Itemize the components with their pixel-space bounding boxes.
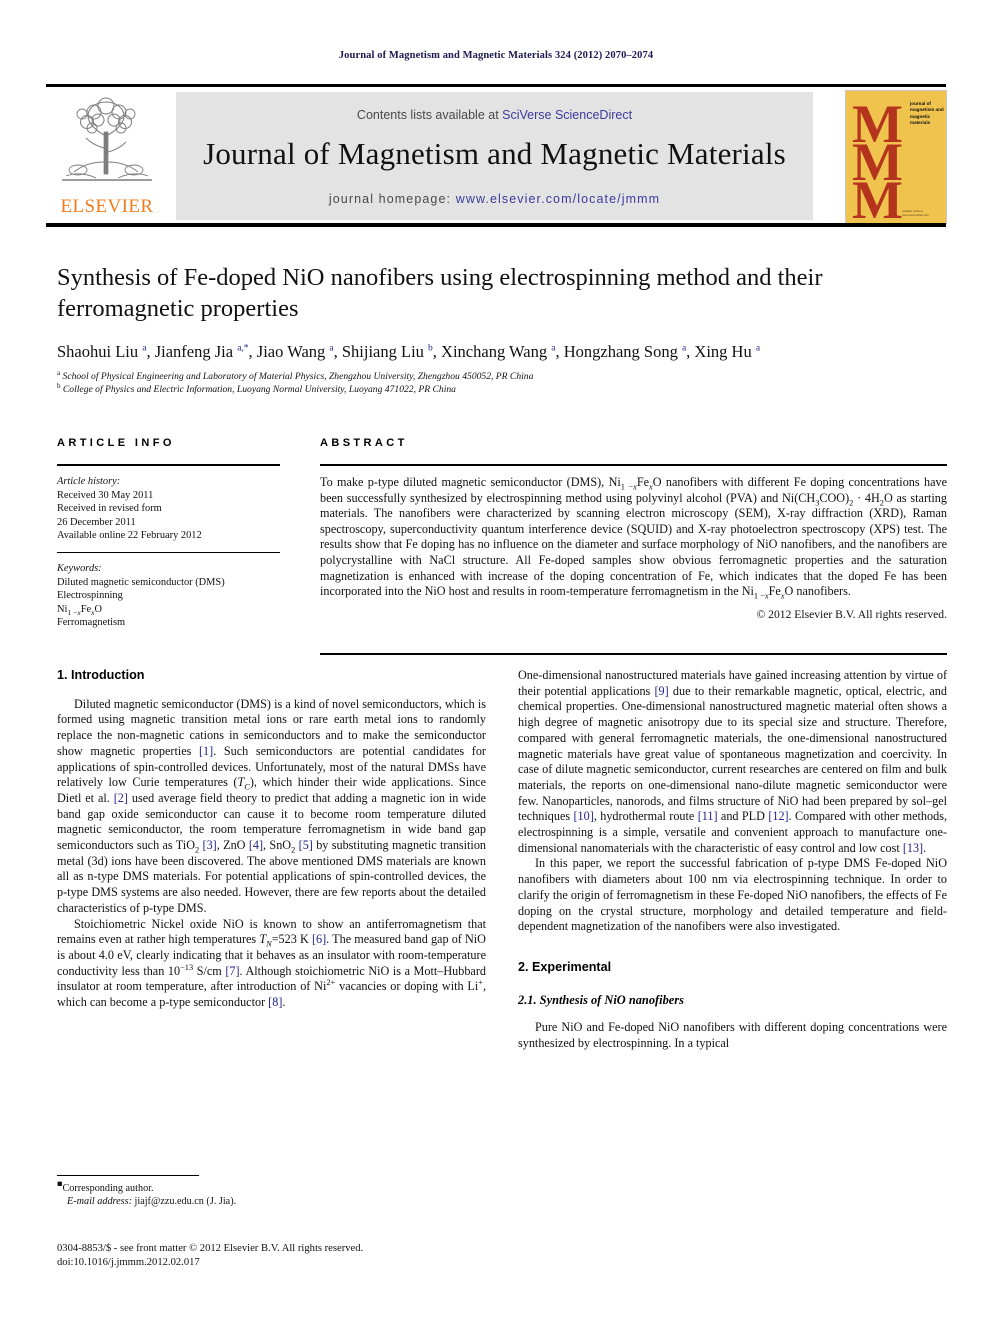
homepage-link[interactable]: www.elsevier.com/locate/jmmm bbox=[456, 192, 660, 206]
journal-article-page: Journal of Magnetism and Magnetic Materi… bbox=[0, 0, 992, 1323]
keywords-label: Keywords: bbox=[57, 563, 102, 575]
journal-title: Journal of Magnetism and Magnetic Materi… bbox=[203, 136, 786, 171]
body-paragraph: Pure NiO and Fe-doped NiO nanofibers wit… bbox=[518, 1020, 947, 1051]
sciencedirect-link[interactable]: SciVerse ScienceDirect bbox=[502, 108, 632, 122]
info-abstract-block: ARTICLE INFO ABSTRACT Article history: R… bbox=[57, 437, 947, 656]
body-paragraph: One-dimensional nanostructured materials… bbox=[518, 668, 948, 855]
doi-line[interactable]: doi:10.1016/j.jmmm.2012.02.017 bbox=[57, 1256, 486, 1270]
author-list: Shaohui Liu a, Jianfeng Jia a,*, Jiao Wa… bbox=[57, 342, 761, 361]
elsevier-logo: ELSEVIER bbox=[48, 92, 166, 220]
article-history-item: 26 December 2011 bbox=[57, 516, 136, 528]
body-paragraph: In this paper, we report the successful … bbox=[518, 856, 947, 934]
article-info-divider bbox=[57, 551, 280, 554]
article-history-item: Available online 22 February 2012 bbox=[57, 530, 202, 542]
abstract-column: To make p-type diluted magnetic semicond… bbox=[320, 475, 947, 622]
running-head: Journal of Magnetism and Magnetic Materi… bbox=[338, 50, 654, 61]
keyword-item: Ni1 −xFexO bbox=[57, 603, 103, 617]
article-info-heading: ARTICLE INFO bbox=[57, 437, 175, 449]
article-info-column: Article history: Received 30 May 2011 Re… bbox=[57, 475, 282, 630]
imprint-block: 0304-8853/$ - see front matter © 2012 El… bbox=[57, 1242, 486, 1270]
email-label: E-mail address: bbox=[67, 1196, 132, 1208]
journal-cover-thumbnail: M M M journal of magnetism and magnetic … bbox=[845, 90, 947, 224]
email-note: E-mail address: jiajf@zzu.edu.cn (J. Jia… bbox=[57, 1195, 486, 1208]
footnote-rule bbox=[57, 1175, 199, 1177]
contents-lists-line: Contents lists available at SciVerse Sci… bbox=[176, 108, 813, 122]
journal-masthead: ELSEVIER Contents lists available at Sci… bbox=[46, 84, 947, 227]
page-title: Synthesis of Fe-doped NiO nanofibers usi… bbox=[57, 264, 823, 322]
title-block: Synthesis of Fe-doped NiO nanofibers usi… bbox=[57, 262, 947, 396]
contents-lists-prefix: Contents lists available at bbox=[356, 108, 503, 122]
article-history-item: Received in revised form bbox=[57, 503, 162, 515]
body-paragraph: Diluted magnetic semiconductor (DMS) is … bbox=[57, 696, 487, 915]
section-heading-introduction: 1. Introduction bbox=[57, 668, 145, 682]
homepage-prefix: journal homepage: bbox=[328, 192, 456, 206]
article-history-label: Article history: bbox=[57, 476, 121, 487]
cover-footer-text: available online at www.sciencedirect.co… bbox=[902, 210, 929, 217]
journal-banner: Contents lists available at SciVerse Sci… bbox=[176, 92, 813, 220]
cover-title-text: journal of magnetism and magnetic materi… bbox=[910, 101, 944, 126]
affiliation-mark: b bbox=[57, 381, 61, 390]
keyword-item: Ferromagnetism bbox=[57, 617, 126, 629]
subsection-heading-synthesis: 2.1. Synthesis of NiO nanofibers bbox=[518, 992, 684, 1007]
masthead-bottom-rule bbox=[46, 223, 946, 227]
section-heading-experimental: 2. Experimental bbox=[518, 959, 612, 974]
keyword-item: Electrospinning bbox=[57, 590, 123, 602]
article-info-rule bbox=[57, 464, 280, 466]
journal-homepage-line: journal homepage: www.elsevier.com/locat… bbox=[176, 192, 813, 206]
footnote-block: ■Corresponding author. E-mail address: j… bbox=[57, 1179, 486, 1209]
abstract-copyright: © 2012 Elsevier B.V. All rights reserved… bbox=[756, 607, 947, 621]
elsevier-wordmark: ELSEVIER bbox=[60, 196, 154, 217]
keyword-item: Diluted magnetic semiconductor (DMS) bbox=[57, 576, 225, 588]
issn-line: 0304-8853/$ - see front matter © 2012 El… bbox=[57, 1243, 364, 1254]
affiliation-text: School of Physical Engineering and Labor… bbox=[62, 371, 534, 382]
corresponding-author-text: Corresponding author. bbox=[62, 1183, 154, 1194]
email-address[interactable]: jiajf@zzu.edu.cn (J. Jia). bbox=[135, 1196, 237, 1207]
abstract-heading: ABSTRACT bbox=[320, 437, 408, 449]
affiliation-list: a School of Physical Engineering and Lab… bbox=[57, 368, 947, 397]
affiliation-item: a School of Physical Engineering and Lab… bbox=[57, 368, 947, 384]
abstract-rule bbox=[320, 464, 947, 466]
abstract-text: To make p-type diluted magnetic semicond… bbox=[320, 475, 947, 601]
masthead-top-rule bbox=[46, 84, 946, 87]
abstract-bottom-rule bbox=[320, 653, 947, 656]
body-column-right: One-dimensional nanostructured materials… bbox=[518, 668, 947, 1052]
elsevier-tree-icon bbox=[62, 97, 152, 181]
affiliation-mark: a bbox=[57, 368, 61, 377]
article-history-item: Received 30 May 2011 bbox=[57, 489, 154, 501]
affiliation-item: b College of Physics and Electric Inform… bbox=[57, 381, 947, 397]
body-paragraph: Stoichiometric Nickel oxide NiO is known… bbox=[57, 916, 487, 1010]
corresponding-author-note: ■Corresponding author. bbox=[57, 1179, 486, 1195]
body-column-left: 1. Introduction Diluted magnetic semicon… bbox=[57, 668, 486, 1011]
affiliation-text: College of Physics and Electric Informat… bbox=[62, 383, 456, 395]
